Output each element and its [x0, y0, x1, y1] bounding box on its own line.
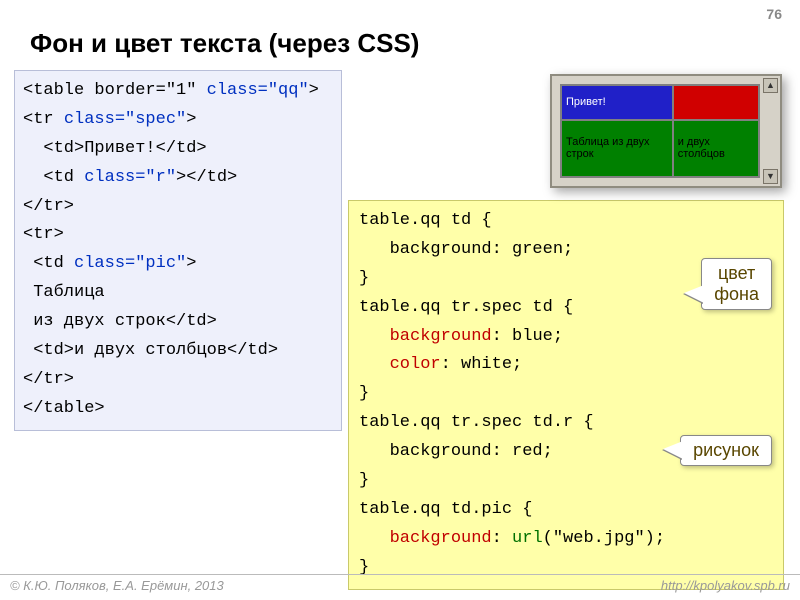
code-attr: class="spec": [64, 110, 186, 129]
browser-viewport: Привет! Таблица из двух строк и двух сто…: [560, 84, 760, 178]
code-line: :: [492, 529, 512, 548]
code-line: >: [186, 110, 196, 129]
code-line: >: [309, 81, 319, 100]
code-line: >: [186, 254, 196, 273]
callout-tail-icon: [684, 285, 704, 303]
code-line: ></td>: [176, 168, 237, 187]
callout-bg-color: цвет фона: [701, 258, 772, 310]
code-line: : white;: [441, 355, 523, 374]
code-line: ("web.jpg");: [543, 529, 665, 548]
code-line: <table border="1": [23, 81, 207, 100]
code-line: из двух строк</td>: [23, 312, 217, 331]
code-line: <td: [23, 254, 74, 273]
code-line: }: [359, 384, 369, 403]
code-line: <tr>: [23, 225, 64, 244]
scroll-down-icon: ▼: [763, 169, 778, 184]
browser-mockup: ▲ ▼ Привет! Таблица из двух строк и двух…: [550, 74, 782, 188]
callout-text: цвет фона: [714, 263, 759, 305]
code-line: [359, 327, 390, 346]
code-line: background: green;: [359, 240, 573, 259]
code-line: }: [359, 471, 369, 490]
footer-url: http://kpolyakov.spb.ru: [661, 578, 790, 593]
code-line: </table>: [23, 399, 105, 418]
code-attr: class="r": [84, 168, 176, 187]
demo-cell: [673, 85, 759, 120]
code-func: url: [512, 529, 543, 548]
code-attr: class="qq": [207, 81, 309, 100]
demo-cell: Таблица из двух строк: [561, 120, 673, 178]
code-line: table.qq tr.spec td.r {: [359, 413, 594, 432]
code-line: <td>и двух столбцов</td>: [23, 341, 278, 360]
code-line: table.qq td {: [359, 211, 492, 230]
code-line: </tr>: [23, 370, 74, 389]
code-line: }: [359, 269, 369, 288]
code-prop: background: [390, 529, 492, 548]
code-line: Таблица: [23, 283, 105, 302]
callout-picture: рисунок: [680, 435, 772, 466]
scroll-up-icon: ▲: [763, 78, 778, 93]
code-line: <td: [23, 168, 84, 187]
code-prop: background: [390, 327, 492, 346]
page-number: 76: [766, 6, 782, 22]
footer-copyright: © К.Ю. Поляков, Е.А. Ерёмин, 2013: [10, 578, 224, 593]
callout-tail-icon: [663, 441, 683, 459]
callout-text: рисунок: [693, 440, 759, 460]
demo-cell: Привет!: [561, 85, 673, 120]
code-line: </tr>: [23, 197, 74, 216]
code-line: table.qq td.pic {: [359, 500, 532, 519]
demo-table: Привет! Таблица из двух строк и двух сто…: [560, 84, 760, 178]
code-line: [359, 355, 390, 374]
slide-title: Фон и цвет текста (через CSS): [30, 28, 419, 59]
code-prop: color: [390, 355, 441, 374]
demo-cell: и двух столбцов: [673, 120, 759, 178]
code-line: : blue;: [492, 327, 563, 346]
code-line: table.qq tr.spec td {: [359, 298, 573, 317]
code-attr: class="pic": [74, 254, 186, 273]
html-code-block: <table border="1" class="qq"> <tr class=…: [14, 70, 342, 431]
footer: © К.Ю. Поляков, Е.А. Ерёмин, 2013 http:/…: [0, 574, 800, 596]
code-line: <td>Привет!</td>: [23, 139, 207, 158]
code-line: <tr: [23, 110, 64, 129]
code-line: [359, 529, 390, 548]
code-line: background: red;: [359, 442, 553, 461]
